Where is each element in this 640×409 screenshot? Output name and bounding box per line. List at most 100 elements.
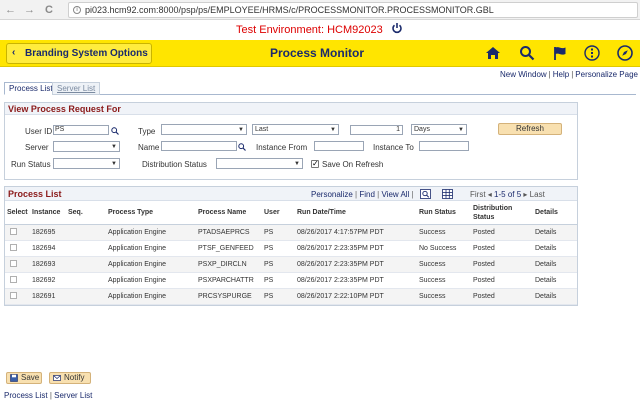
panel-title: View Process Request For xyxy=(5,103,577,115)
page-title: Process Monitor xyxy=(270,46,365,60)
col-run-datetime[interactable]: Run Date/Time xyxy=(295,202,417,225)
col-seq[interactable]: Seq. xyxy=(66,202,106,225)
new-window-link[interactable]: New Window xyxy=(500,70,547,79)
forward-icon[interactable]: → xyxy=(24,3,35,17)
tab-process-list[interactable]: Process List xyxy=(4,82,58,95)
last-select[interactable]: Last ▼ xyxy=(252,124,339,135)
view-all-link[interactable]: View All xyxy=(381,190,409,199)
grid-title: Process List xyxy=(8,189,62,199)
home-icon[interactable] xyxy=(485,45,501,61)
row-select-checkbox[interactable] xyxy=(10,275,17,283)
instance-cell: 182691 xyxy=(30,288,66,305)
instance-to-input[interactable] xyxy=(419,141,469,151)
compass-icon[interactable] xyxy=(617,45,633,61)
power-icon[interactable] xyxy=(391,22,403,34)
zoom-icon[interactable] xyxy=(420,189,431,199)
server-select[interactable]: ▼ xyxy=(53,141,120,152)
page-header: ‹ Branding System Options Process Monito… xyxy=(0,40,640,67)
url-text[interactable]: pi023.hcm92.com:8000/psp/ps/EMPLOYEE/HRM… xyxy=(85,5,494,15)
find-link[interactable]: Find xyxy=(359,190,375,199)
run-status-cell: Success xyxy=(417,224,471,241)
run-status-cell: Success xyxy=(417,288,471,305)
run-datetime-cell: 08/26/2017 2:23:35PM PDT xyxy=(295,256,417,273)
previous-icon[interactable]: ◂ xyxy=(488,190,492,199)
distribution-status-cell: Posted xyxy=(471,256,533,273)
process-type-cell: Application Engine xyxy=(106,224,196,241)
select-cell xyxy=(5,224,30,241)
save-on-refresh-checkbox[interactable] xyxy=(311,159,319,168)
select-cell xyxy=(5,272,30,289)
seq-cell xyxy=(66,272,106,289)
details-link[interactable]: Details xyxy=(533,256,577,273)
col-distribution-status[interactable]: Distribution Status xyxy=(471,202,533,225)
run-status-select[interactable]: ▼ xyxy=(53,158,120,169)
back-icon[interactable]: ← xyxy=(5,3,16,17)
instance-cell: 182693 xyxy=(30,256,66,273)
type-label: Type xyxy=(138,127,156,136)
row-select-checkbox[interactable] xyxy=(10,259,17,267)
save-button[interactable]: Save xyxy=(6,372,42,384)
process-list-link[interactable]: Process List xyxy=(4,391,48,400)
next-icon[interactable]: ▸ xyxy=(523,190,527,199)
page-info-icon[interactable]: i xyxy=(73,6,81,14)
distribution-status-select[interactable]: ▼ xyxy=(216,158,303,169)
name-input[interactable] xyxy=(161,141,237,151)
last-count-input[interactable]: 1 xyxy=(350,125,403,135)
first-link[interactable]: First xyxy=(470,190,486,199)
environment-banner: Test Environment: HCM92023 xyxy=(0,20,640,38)
process-type-cell: Application Engine xyxy=(106,256,196,273)
col-select: Select xyxy=(5,202,30,225)
run-datetime-cell: 08/26/2017 2:22:10PM PDT xyxy=(295,288,417,305)
col-run-status[interactable]: Run Status xyxy=(417,202,471,225)
type-select[interactable]: ▼ xyxy=(161,124,247,135)
col-instance[interactable]: Instance xyxy=(30,202,66,225)
instance-from-input[interactable] xyxy=(314,141,364,151)
col-process-type[interactable]: Process Type xyxy=(106,202,196,225)
refresh-button[interactable]: Refresh xyxy=(498,123,562,135)
user-cell: PS xyxy=(262,240,295,257)
link-separator: | xyxy=(377,190,380,199)
user-id-lookup-icon[interactable] xyxy=(111,127,119,135)
days-select[interactable]: Days ▼ xyxy=(411,124,467,135)
instance-cell: 182695 xyxy=(30,224,66,241)
seq-cell xyxy=(66,224,106,241)
details-link[interactable]: Details xyxy=(533,224,577,241)
server-list-link[interactable]: Server List xyxy=(54,391,92,400)
menu-icon[interactable] xyxy=(584,45,600,61)
reload-icon[interactable]: C xyxy=(45,3,53,17)
user-cell: PS xyxy=(262,256,295,273)
notify-button[interactable]: Notify xyxy=(49,372,91,384)
name-lookup-icon[interactable] xyxy=(238,143,246,151)
link-separator: | xyxy=(411,190,414,199)
chevron-down-icon: ▼ xyxy=(330,127,336,133)
link-separator: | xyxy=(355,190,358,199)
tab-server-list[interactable]: Server List xyxy=(52,82,101,95)
last-link[interactable]: Last xyxy=(530,190,545,199)
select-cell xyxy=(5,288,30,305)
user-id-input[interactable]: PS xyxy=(53,125,109,135)
save-button-label: Save xyxy=(21,373,40,382)
personalize-page-link[interactable]: Personalize Page xyxy=(575,70,638,79)
row-select-checkbox[interactable] xyxy=(10,243,17,251)
process-name-cell: PRCSYSPURGE xyxy=(196,288,262,305)
details-link[interactable]: Details xyxy=(533,272,577,289)
chevron-left-icon: ‹ xyxy=(12,47,16,58)
search-icon[interactable] xyxy=(519,45,535,61)
address-bar[interactable]: i pi023.hcm92.com:8000/psp/ps/EMPLOYEE/H… xyxy=(68,2,638,18)
download-grid-icon[interactable] xyxy=(442,189,453,199)
details-link[interactable]: Details xyxy=(533,288,577,305)
help-link[interactable]: Help xyxy=(553,70,569,79)
personalize-link[interactable]: Personalize xyxy=(311,190,353,199)
run-status-label: Run Status xyxy=(11,160,51,169)
details-link[interactable]: Details xyxy=(533,240,577,257)
col-process-name[interactable]: Process Name xyxy=(196,202,262,225)
table-header-row: Select Instance Seq. Process Type Proces… xyxy=(5,202,577,225)
seq-cell xyxy=(66,256,106,273)
row-select-checkbox[interactable] xyxy=(10,227,17,235)
instance-to-label: Instance To xyxy=(373,143,414,152)
row-select-checkbox[interactable] xyxy=(10,291,17,299)
environment-text: Test Environment: HCM92023 xyxy=(236,24,383,36)
col-user[interactable]: User xyxy=(262,202,295,225)
back-to-branding-button[interactable]: ‹ Branding System Options xyxy=(6,43,152,64)
flag-icon[interactable] xyxy=(552,45,568,61)
